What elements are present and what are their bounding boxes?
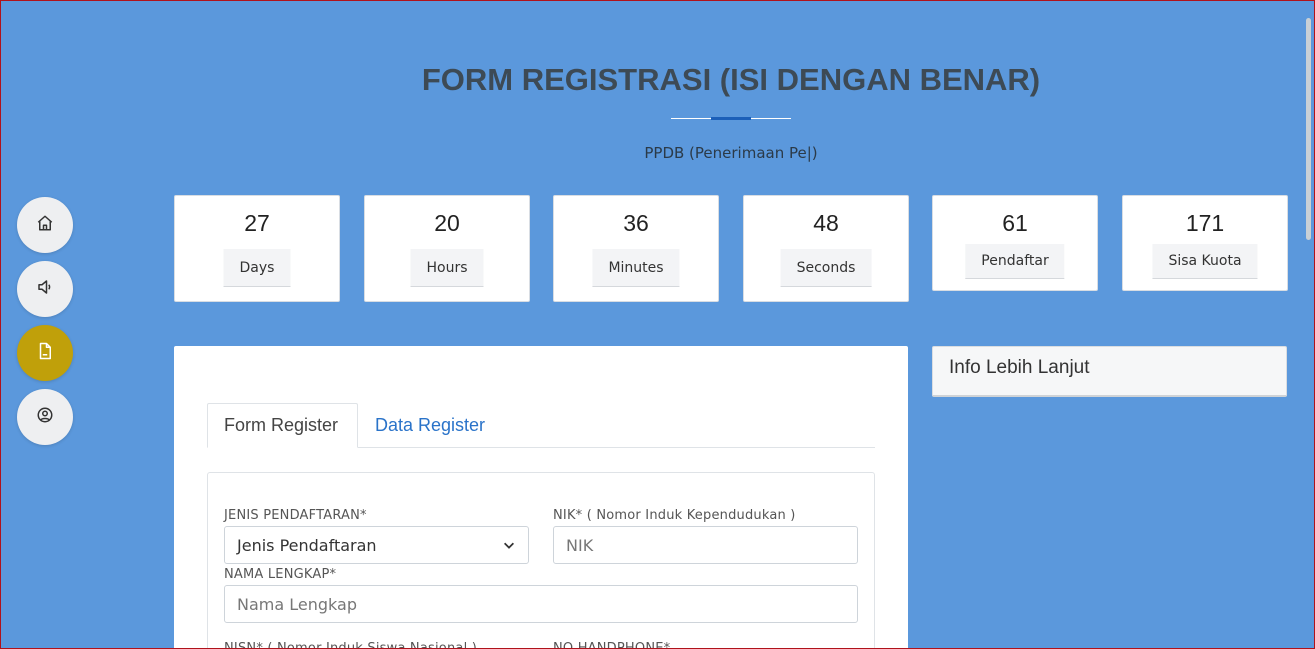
counter-seconds: 48 Seconds <box>743 195 909 302</box>
nik-placeholder: NIK <box>566 535 594 555</box>
nik-label: NIK* ( Nomor Induk Kependudukan ) <box>553 508 796 523</box>
nama-lengkap-placeholder: Nama Lengkap <box>237 594 357 614</box>
info-card: Info Lebih Lanjut <box>932 346 1287 397</box>
counter-days: 27 Days <box>174 195 340 302</box>
info-title: Info Lebih Lanjut <box>949 357 1090 378</box>
nik-input[interactable]: NIK <box>553 526 858 564</box>
side-nav <box>17 197 73 445</box>
counter-value: 27 <box>244 210 270 236</box>
jenis-pendaftaran-select[interactable]: Jenis Pendaftaran <box>224 526 529 564</box>
scrollbar-thumb[interactable] <box>1306 18 1311 240</box>
counter-value: 20 <box>434 210 460 236</box>
no-handphone-label: NO HANDPHONE* <box>553 641 671 649</box>
counter-value: 61 <box>1002 210 1028 236</box>
form-tabs: Form Register Data Register <box>207 403 875 448</box>
nisn-label: NISN* ( Nomor Induk Siswa Nasional ) <box>224 641 477 649</box>
registration-form-card: Form Register Data Register JENIS PENDAF… <box>174 346 908 649</box>
nama-lengkap-input[interactable]: Nama Lengkap <box>224 585 858 623</box>
jenis-pendaftaran-label: JENIS PENDAFTARAN* <box>224 508 367 523</box>
page-subtitle: PPDB (Penerimaan Pe|) <box>644 144 818 162</box>
page-title-wrap: FORM REGISTRASI (ISI DENGAN BENAR) <box>171 62 1291 98</box>
nav-account-button[interactable] <box>17 389 73 445</box>
counter-hours: 20 Hours <box>364 195 530 302</box>
title-divider-accent <box>711 117 751 120</box>
tab-form-register[interactable]: Form Register <box>207 403 358 448</box>
jenis-pendaftaran-value: Jenis Pendaftaran <box>237 535 377 555</box>
tab-data-register[interactable]: Data Register <box>359 403 501 448</box>
counter-label: Days <box>223 249 291 287</box>
home-icon <box>36 214 54 236</box>
counter-label: Pendaftar <box>965 244 1065 279</box>
nav-register-button[interactable] <box>17 325 73 381</box>
user-circle-icon <box>36 406 54 428</box>
counter-sisa-kuota: 171 Sisa Kuota <box>1122 195 1288 291</box>
speaker-icon <box>36 278 54 300</box>
counter-value: 171 <box>1185 210 1225 236</box>
form-fields-box: JENIS PENDAFTARAN* Jenis Pendaftaran NIK… <box>207 472 875 649</box>
counter-minutes: 36 Minutes <box>553 195 719 302</box>
chevron-down-icon <box>502 538 516 552</box>
page-title: FORM REGISTRASI (ISI DENGAN BENAR) <box>421 62 1041 97</box>
nav-home-button[interactable] <box>17 197 73 253</box>
counter-pendaftar: 61 Pendaftar <box>932 195 1098 291</box>
counter-label: Minutes <box>592 249 680 287</box>
counter-label: Seconds <box>780 249 872 287</box>
counter-label: Hours <box>410 249 484 287</box>
counter-label: Sisa Kuota <box>1152 244 1258 279</box>
counter-value: 48 <box>813 210 839 236</box>
document-icon <box>36 342 54 364</box>
nama-lengkap-label: NAMA LENGKAP* <box>224 567 337 582</box>
nav-announcement-button[interactable] <box>17 261 73 317</box>
counter-value: 36 <box>623 210 649 236</box>
